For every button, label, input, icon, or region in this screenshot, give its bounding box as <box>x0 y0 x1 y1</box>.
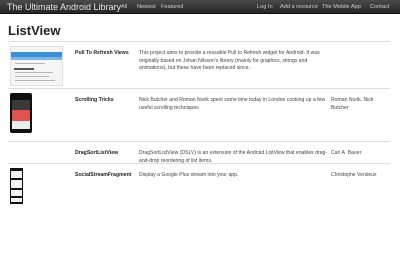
row-thumbnail[interactable] <box>10 168 23 204</box>
nav-newest[interactable]: Newest <box>137 3 156 11</box>
row-name-link[interactable]: DragSortListView <box>75 150 137 157</box>
nav-mobile-app[interactable]: The Mobile App <box>322 3 361 11</box>
row-author: Carl A. Bauer <box>331 150 362 156</box>
row-author: Christophe Versieux <box>331 172 377 178</box>
table-row: DragSortListView DragSortListView (DSLV)… <box>8 141 390 164</box>
tablet-screenshot-image <box>10 46 63 86</box>
site-brand[interactable]: The Ultimate Android Library <box>7 1 121 13</box>
table-row: SocialStreamFragment Display a Google Pl… <box>8 163 390 209</box>
row-description: This project aims to provide a reusable … <box>139 50 320 72</box>
row-description: Nick Butcher and Roman Nurik spent some … <box>139 97 326 111</box>
row-thumbnail[interactable] <box>10 93 32 133</box>
row-name-link[interactable]: SocialStreamFragment <box>75 172 137 179</box>
row-thumbnail[interactable] <box>10 46 63 86</box>
table-row: Pull To Refresh Views This project aims … <box>8 41 390 88</box>
top-navbar: The Ultimate Android Library All Newest … <box>0 0 400 14</box>
nav-log-in[interactable]: Log In <box>257 3 273 11</box>
row-author: Roman Nurik, Nick Butcher <box>331 97 374 111</box>
phone-stream-screenshot-image <box>10 168 23 204</box>
nav-contact[interactable]: Contact <box>370 3 389 11</box>
nav-all[interactable]: All <box>121 3 127 11</box>
row-name-link[interactable]: Pull To Refresh Views <box>75 50 137 57</box>
table-row: Scrolling Tricks Nick Butcher and Roman … <box>8 88 390 141</box>
row-description: Display a Google Plus stream into your a… <box>139 172 239 178</box>
nav-featured[interactable]: Featured <box>161 3 183 11</box>
nav-add-resource[interactable]: Add a resource <box>280 3 318 11</box>
row-name-link[interactable]: Scrolling Tricks <box>75 97 137 104</box>
page-title: ListView <box>8 23 61 38</box>
phone-screenshot-image <box>10 93 32 133</box>
